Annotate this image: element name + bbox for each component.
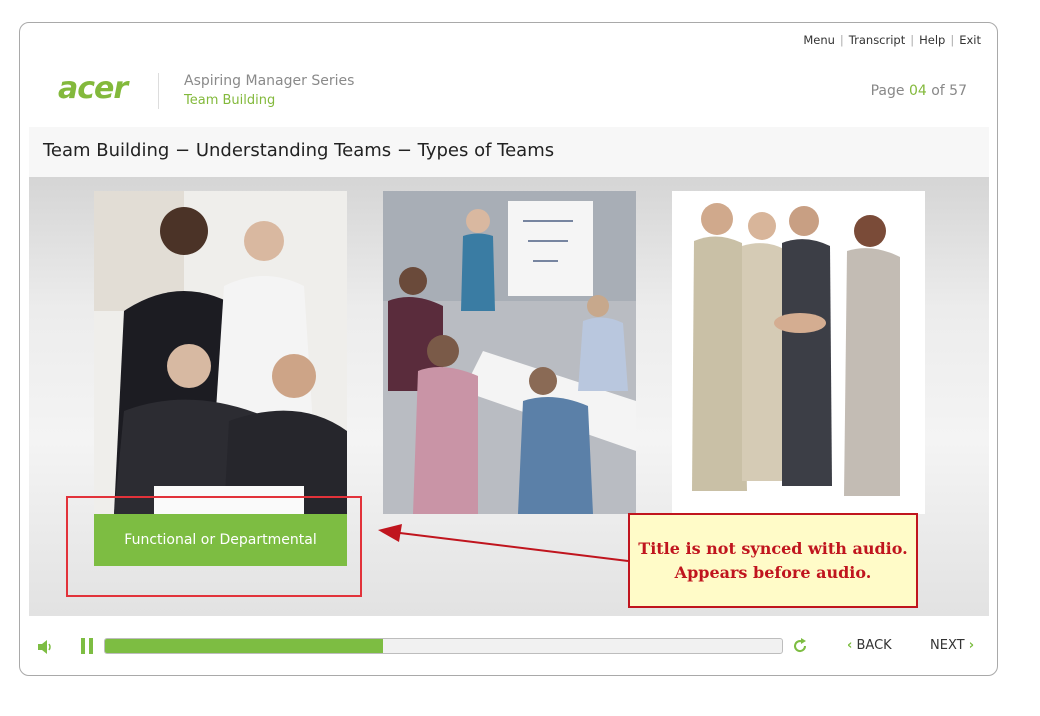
pause-icon[interactable] bbox=[81, 638, 93, 658]
back-button[interactable]: ‹ BACK bbox=[847, 638, 892, 653]
annotation-arrow bbox=[378, 524, 629, 562]
progress-bar[interactable] bbox=[104, 638, 783, 654]
next-button[interactable]: NEXT › bbox=[930, 638, 974, 653]
chevron-right-icon: › bbox=[968, 638, 975, 653]
annotation-note: Title is not synced with audio. Appears … bbox=[628, 513, 918, 608]
progress-fill bbox=[105, 639, 383, 653]
chevron-left-icon: ‹ bbox=[847, 638, 853, 653]
volume-icon[interactable] bbox=[37, 639, 53, 658]
replay-icon[interactable] bbox=[792, 638, 808, 658]
back-label: BACK bbox=[856, 638, 892, 653]
annotation-line-2: Appears before audio. bbox=[674, 563, 872, 582]
player-controls: ‹ BACK NEXT › bbox=[19, 620, 998, 676]
next-label: NEXT bbox=[930, 638, 965, 653]
annotation-line-1: Title is not synced with audio. bbox=[638, 539, 908, 558]
